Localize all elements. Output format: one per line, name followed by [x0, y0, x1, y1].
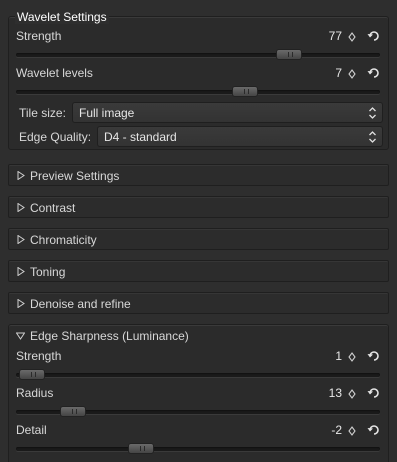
- strength-label: Strength: [16, 29, 62, 43]
- es-radius-slider-track[interactable]: [16, 406, 380, 417]
- edge-sharpness-panel: Edge Sharpness (Luminance) Strength 1 Ra…: [8, 324, 389, 462]
- strength-value[interactable]: 77: [329, 29, 342, 43]
- spinner-arrows-icon[interactable]: [347, 31, 357, 43]
- strength-slider-track[interactable]: [16, 49, 380, 60]
- edge-quality-label: Edge Quality:: [19, 130, 92, 144]
- reset-undo-icon[interactable]: [367, 67, 379, 79]
- wavelet-levels-slider-thumb[interactable]: [232, 86, 258, 97]
- section-contrast[interactable]: Contrast: [8, 196, 389, 218]
- spinner-arrows-icon[interactable]: [347, 388, 357, 400]
- es-strength-value[interactable]: 1: [335, 349, 342, 363]
- wavelet-settings-title: Wavelet Settings: [15, 10, 109, 24]
- es-radius-slider-thumb[interactable]: [60, 406, 86, 417]
- reset-undo-icon[interactable]: [367, 424, 379, 436]
- es-strength-slider-track[interactable]: [16, 369, 380, 380]
- es-strength-label: Strength: [16, 349, 62, 363]
- section-denoise-refine[interactable]: Denoise and refine: [8, 292, 389, 314]
- reset-undo-icon[interactable]: [367, 350, 379, 362]
- triangle-right-icon: [17, 299, 25, 308]
- triangle-right-icon: [17, 267, 25, 276]
- reset-undo-icon[interactable]: [367, 30, 379, 42]
- es-detail-slider-thumb[interactable]: [128, 443, 154, 454]
- edge-quality-select[interactable]: D4 - standard: [97, 126, 383, 147]
- section-toning-label: Toning: [30, 265, 66, 279]
- es-detail-value[interactable]: -2: [331, 423, 342, 437]
- tile-size-label: Tile size:: [19, 106, 66, 120]
- triangle-right-icon: [17, 235, 25, 244]
- es-radius-value[interactable]: 13: [329, 386, 342, 400]
- es-detail-label: Detail: [16, 423, 47, 437]
- wavelet-levels-slider-track[interactable]: [16, 86, 380, 97]
- section-preview-settings[interactable]: Preview Settings: [8, 164, 389, 186]
- strength-slider-thumb[interactable]: [276, 49, 302, 60]
- edge-sharpness-title[interactable]: Edge Sharpness (Luminance): [30, 329, 189, 343]
- es-detail-slider-track[interactable]: [16, 443, 380, 454]
- section-toning[interactable]: Toning: [8, 260, 389, 282]
- reset-undo-icon[interactable]: [367, 387, 379, 399]
- triangle-down-icon[interactable]: [16, 332, 25, 340]
- wavelet-levels-value[interactable]: 7: [335, 66, 342, 80]
- section-denoise-refine-label: Denoise and refine: [30, 297, 131, 311]
- triangle-right-icon: [17, 203, 25, 212]
- section-chromaticity-label: Chromaticity: [30, 233, 97, 247]
- updown-arrows-icon: [369, 131, 376, 143]
- spinner-arrows-icon[interactable]: [347, 351, 357, 363]
- es-radius-label: Radius: [16, 386, 54, 400]
- section-preview-settings-label: Preview Settings: [30, 169, 120, 183]
- edge-quality-selected: D4 - standard: [104, 130, 177, 144]
- section-chromaticity[interactable]: Chromaticity: [8, 228, 389, 250]
- wavelet-settings-panel: Wavelet Settings Strength 77 Wavelet lev…: [8, 10, 389, 150]
- wavelet-levels-label: Wavelet levels: [16, 66, 93, 80]
- section-contrast-label: Contrast: [30, 201, 76, 215]
- updown-arrows-icon: [369, 107, 376, 119]
- spinner-arrows-icon[interactable]: [347, 68, 357, 80]
- tile-size-selected: Full image: [79, 106, 135, 120]
- tile-size-select[interactable]: Full image: [72, 102, 383, 123]
- es-strength-slider-thumb[interactable]: [19, 369, 45, 380]
- triangle-right-icon: [17, 171, 25, 180]
- spinner-arrows-icon[interactable]: [347, 425, 357, 437]
